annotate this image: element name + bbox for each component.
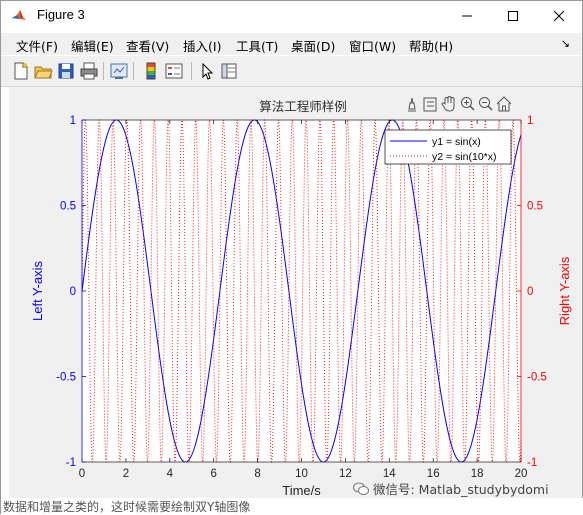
x-tick-label: 4 <box>167 468 174 480</box>
menu-bar: 文件(F) 编辑(E) 查看(V) 插入(I) 工具(T) 桌面(D) 窗口(W… <box>1 33 582 55</box>
axes-toolbar <box>408 95 512 112</box>
toolbar-separator <box>103 62 104 80</box>
minimize-icon <box>462 15 472 17</box>
x-tick-label: 2 <box>123 468 129 480</box>
plot-area[interactable] <box>82 120 521 462</box>
save-icon[interactable] <box>56 61 76 81</box>
new-figure-icon[interactable] <box>11 61 31 81</box>
background-page-text: 数据和增量之类的，这时候需要绘制双Y轴图像 <box>3 500 251 514</box>
close-button[interactable] <box>536 1 582 31</box>
home-icon[interactable] <box>496 96 512 112</box>
figure-toolbar <box>1 56 582 87</box>
right-y-axis-label: Right Y-axis <box>557 256 572 325</box>
watermark-text: 微信号: Matlab_studybydomi <box>373 482 549 497</box>
legend-label-y1: y1 = sin(x) <box>432 136 481 148</box>
left-y-tick-label: -1 <box>66 457 76 469</box>
pan-icon[interactable] <box>441 95 455 112</box>
right-y-tick-label: 0 <box>527 286 533 298</box>
data-tips-icon[interactable] <box>423 97 437 112</box>
menu-window[interactable]: 窗口(W) <box>349 36 396 55</box>
title-bar[interactable]: Figure 3 <box>1 1 582 31</box>
minimize-button[interactable] <box>444 1 490 31</box>
menu-overflow-arrow-icon[interactable]: ↘ <box>561 37 570 50</box>
x-tick-label: 8 <box>254 468 260 480</box>
toolbar-separator <box>191 62 192 80</box>
maximize-button[interactable] <box>490 1 536 31</box>
window-title: Figure 3 <box>37 7 85 22</box>
x-axis-label: Time/s <box>282 483 321 498</box>
legend[interactable]: y1 = sin(x) y2 = sin(10*x) <box>384 129 512 165</box>
left-y-tick-label: 0 <box>70 286 76 298</box>
right-y-tick-label: -0.5 <box>527 372 547 384</box>
toolbar-separator <box>133 62 134 80</box>
maximize-icon <box>508 11 518 21</box>
zoom-out-icon[interactable] <box>479 97 493 111</box>
menu-view[interactable]: 查看(V) <box>126 36 169 55</box>
chart-title: 算法工程师样例 <box>259 99 347 114</box>
right-y-tick-label: 1 <box>527 115 533 127</box>
legend-icon[interactable] <box>164 61 184 81</box>
left-y-tick-label: 0.5 <box>60 201 76 213</box>
x-tick-label: 10 <box>295 468 308 480</box>
menu-edit[interactable]: 编辑(E) <box>71 36 114 55</box>
menu-desktop[interactable]: 桌面(D) <box>291 36 335 55</box>
link-plot-icon[interactable] <box>109 61 129 81</box>
figure-window: Figure 3 文件(F) 编辑(E) 查看(V) 插入(I) 工具(T) 桌… <box>0 0 583 515</box>
open-file-icon[interactable] <box>33 61 53 81</box>
menu-insert[interactable]: 插入(I) <box>183 36 221 55</box>
x-tick-label: 0 <box>79 468 85 480</box>
zoom-in-icon[interactable] <box>461 97 475 111</box>
x-tick-label: 12 <box>339 468 352 480</box>
menu-help[interactable]: 帮助(H) <box>409 36 453 55</box>
right-y-tick-label: 0.5 <box>527 201 543 213</box>
matlab-logo-icon <box>12 10 26 20</box>
chart-svg: 0 2 4 6 8 10 12 14 16 18 20-1-0.500.51-1-0.500.51T… <box>30 95 572 498</box>
brush-icon[interactable] <box>408 97 416 112</box>
legend-label-y2: y2 = sin(10*x) <box>432 151 497 163</box>
background-page-text-strip: 数据和增量之类的，这时候需要绘制双Y轴图像 <box>1 498 583 515</box>
close-icon <box>553 10 565 22</box>
print-icon[interactable] <box>79 61 99 81</box>
figure-canvas: 0 2 4 6 8 10 12 14 16 18 20 -1 -0.5 0 0.5 1 -1 -0.5 0 0.5 1 T… <box>9 87 582 507</box>
watermark: 微信号: Matlab_studybydomi <box>353 479 549 498</box>
left-y-axis-label: Left Y-axis <box>30 261 45 321</box>
edit-plot-icon[interactable] <box>197 61 217 81</box>
property-inspector-icon[interactable] <box>219 61 239 81</box>
right-y-tick-label: -1 <box>527 457 537 469</box>
x-tick-label: 6 <box>210 468 216 480</box>
menu-tools[interactable]: 工具(T) <box>236 36 278 55</box>
left-y-tick-label: -0.5 <box>56 372 76 384</box>
wechat-logo-icon <box>353 482 369 495</box>
colorbar-icon[interactable] <box>141 61 161 81</box>
menu-file[interactable]: 文件(F) <box>16 36 58 55</box>
left-y-tick-label: 1 <box>70 115 76 127</box>
